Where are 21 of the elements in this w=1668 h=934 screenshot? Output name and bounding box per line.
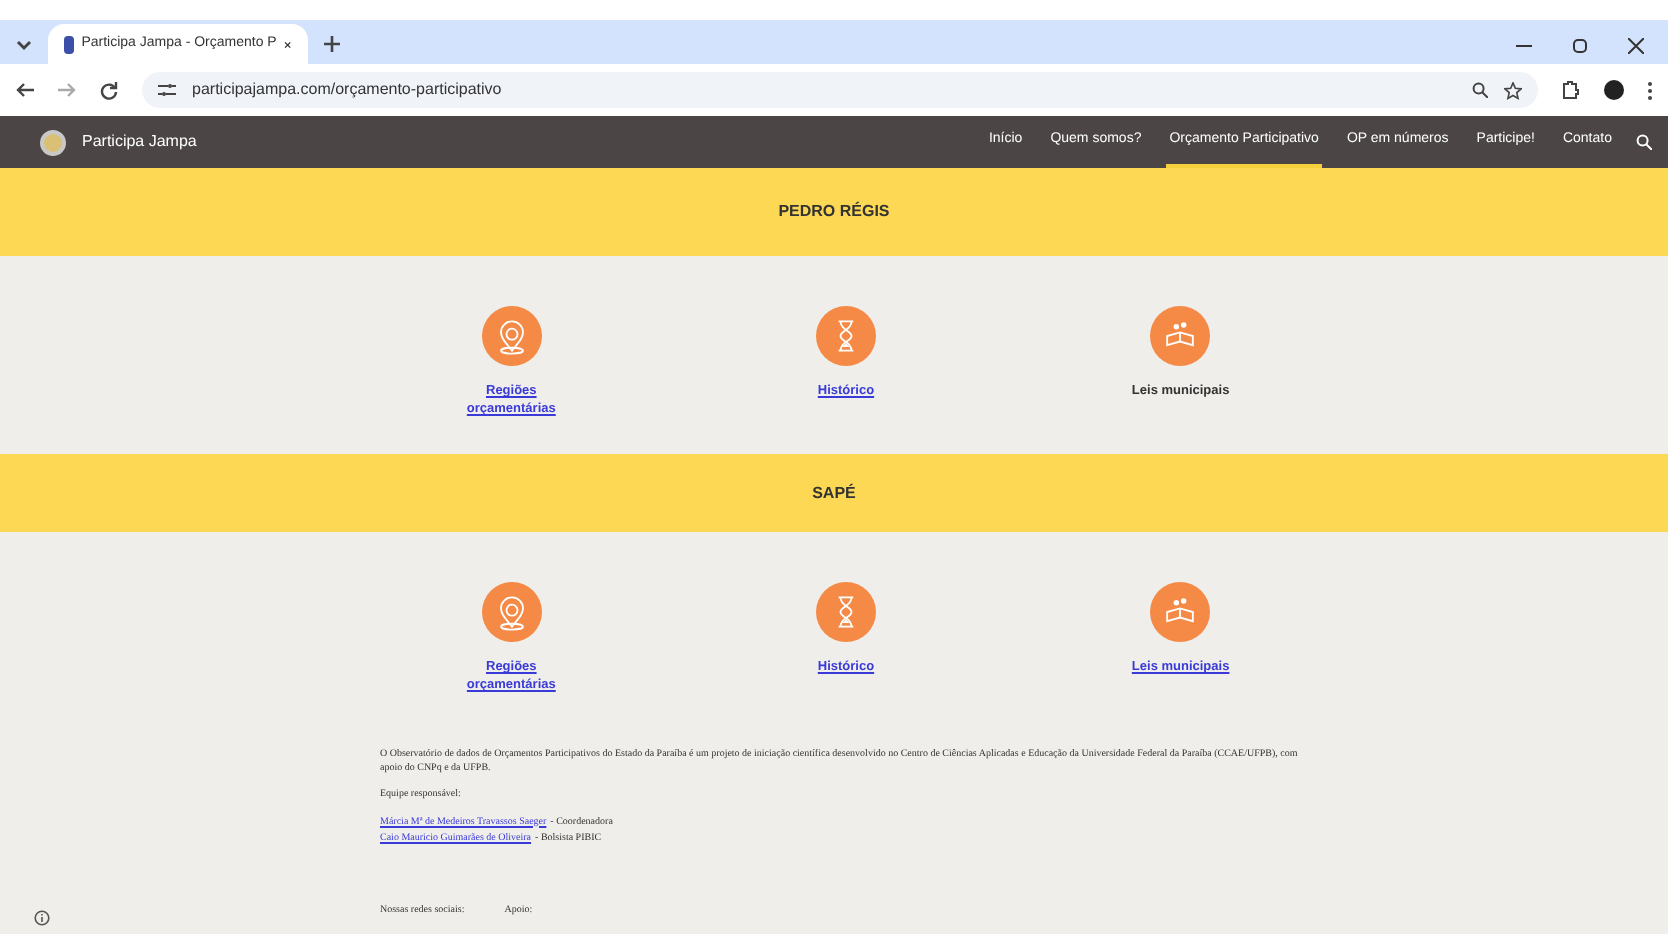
restore-icon[interactable] [1572, 38, 1588, 54]
site-logo-icon[interactable] [40, 129, 66, 155]
new-tab-icon[interactable] [324, 36, 340, 52]
info-icon[interactable] [34, 910, 50, 926]
section-title: SAPÉ [812, 481, 856, 505]
url-text: participajampa.com/orçamento-participativo [192, 78, 504, 102]
site-settings-icon[interactable] [158, 82, 176, 98]
zoom-icon[interactable] [1472, 82, 1488, 98]
search-icon[interactable] [1636, 134, 1652, 150]
favicon-icon [64, 35, 74, 53]
site-name[interactable]: Participa Jampa [82, 130, 197, 154]
profile-avatar[interactable] [1604, 80, 1624, 100]
back-icon[interactable] [16, 82, 34, 98]
section-title: PEDRO RÉGIS [778, 200, 890, 224]
tab-list-icon[interactable] [16, 40, 32, 52]
star-icon[interactable] [1504, 81, 1522, 99]
close-icon[interactable] [284, 37, 292, 51]
extensions-icon[interactable] [1562, 80, 1580, 100]
address-field[interactable]: participajampa.com/orçamento-participativo [142, 72, 1538, 108]
reload-icon[interactable] [100, 81, 118, 99]
close-window-icon[interactable] [1628, 38, 1644, 54]
